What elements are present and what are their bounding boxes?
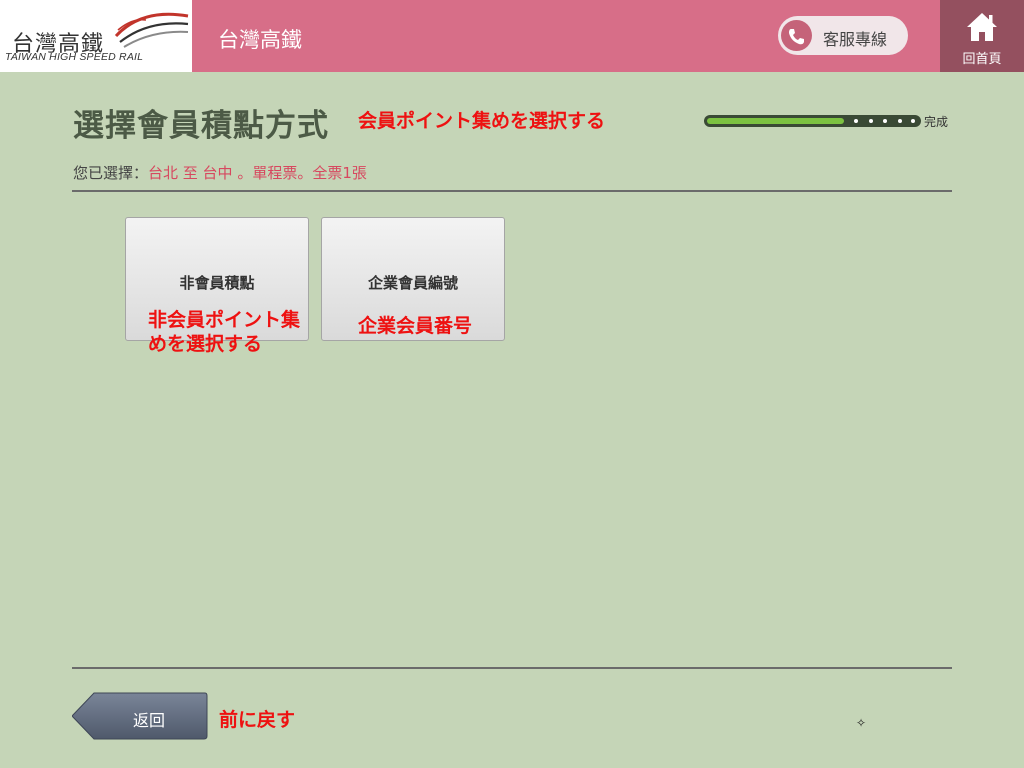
selection-prefix: 您已選擇： bbox=[73, 164, 149, 182]
japanese-back-annotation: 前に戻す bbox=[219, 709, 296, 731]
selection-summary: 您已選擇：台北 至 台中 。單程票。全票1張 bbox=[73, 162, 367, 183]
progress-step-dot bbox=[911, 119, 915, 123]
thsr-logo: 台灣高鐵 TAIWAN HIGH SPEED RAIL bbox=[0, 0, 192, 72]
japanese-title-annotation: 会員ポイント集めを選択する bbox=[358, 110, 606, 132]
back-button[interactable]: 返回 bbox=[71, 692, 208, 740]
japanese-non-member-annotation: 非会員ポイント集めを選択する bbox=[148, 309, 301, 355]
back-label: 返回 bbox=[132, 711, 165, 730]
progress-step-dot bbox=[883, 119, 887, 123]
bottom-divider bbox=[72, 667, 952, 669]
header-title: 台灣高鐵 bbox=[218, 28, 302, 52]
progress-step-dot bbox=[854, 119, 858, 123]
page-title: 選擇會員積點方式 bbox=[73, 108, 329, 144]
japanese-corporate-annotation: 企業会員番号 bbox=[358, 315, 473, 337]
progress-label: 完成 bbox=[924, 115, 949, 129]
logo-swoosh-icon bbox=[114, 12, 189, 48]
header-bar: 台灣高鐵 TAIWAN HIGH SPEED RAIL 台灣高鐵 客服專線 回首… bbox=[0, 0, 1024, 72]
logo-english-text: TAIWAN HIGH SPEED RAIL bbox=[5, 51, 144, 63]
progress-bar bbox=[704, 115, 921, 127]
non-member-points-label: 非會員積點 bbox=[179, 274, 255, 292]
corporate-member-id-label: 企業會員編號 bbox=[367, 274, 458, 292]
home-icon bbox=[967, 13, 997, 41]
phone-icon bbox=[781, 20, 812, 51]
customer-service-button[interactable]: 客服專線 bbox=[778, 16, 908, 55]
progress-step-dot bbox=[869, 119, 873, 123]
home-label: 回首頁 bbox=[962, 52, 1002, 67]
progress-step-dot bbox=[898, 119, 902, 123]
top-divider bbox=[72, 190, 952, 192]
home-button[interactable]: 回首頁 bbox=[940, 0, 1024, 72]
progress-fill bbox=[707, 118, 844, 124]
customer-service-label: 客服專線 bbox=[823, 30, 888, 49]
cursor-sparkle-icon: ✧ bbox=[856, 716, 867, 730]
selection-value: 台北 至 台中 。單程票。全票1張 bbox=[148, 164, 367, 182]
